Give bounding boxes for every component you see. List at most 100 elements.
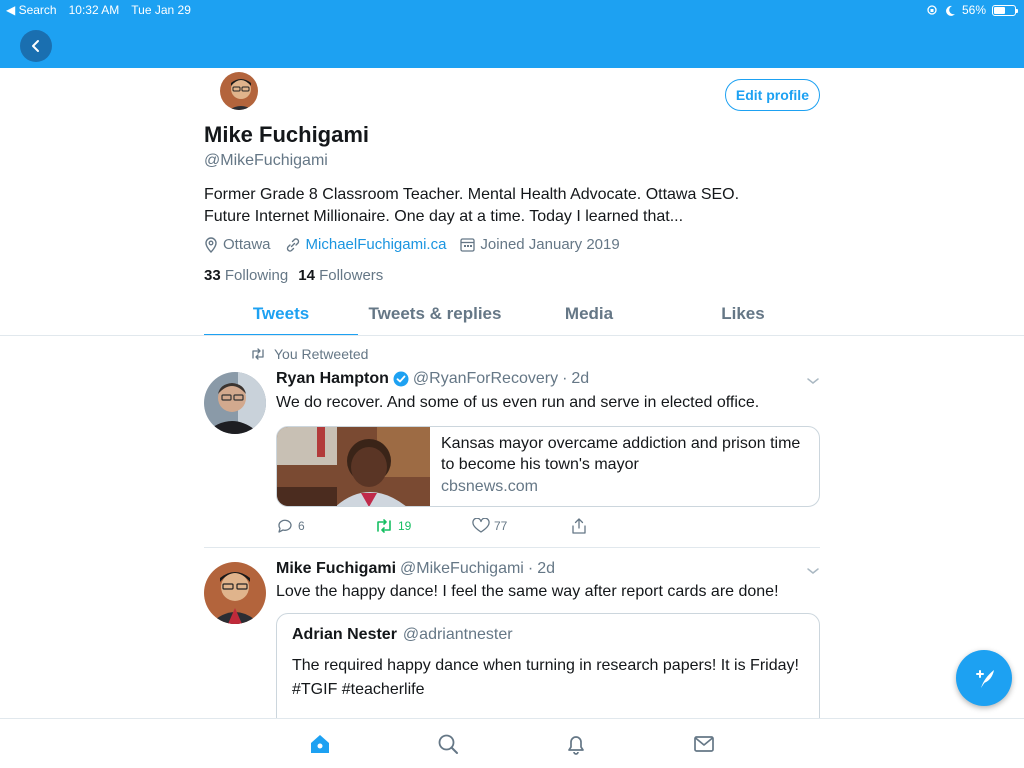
mail-icon: [694, 736, 714, 752]
bio-line: Future Internet Millionaire. One day at …: [204, 208, 684, 225]
home-icon: [311, 735, 329, 753]
profile-tabs: Tweets Tweets & replies Media Likes: [204, 296, 820, 336]
avatar-image: [204, 562, 266, 624]
verified-badge-icon: [393, 371, 409, 387]
following-link[interactable]: 33 Following: [204, 267, 288, 284]
card-domain: cbsnews.com: [441, 478, 538, 495]
avatar-image: [204, 372, 266, 434]
tweet-header: Mike Fuchigami @MikeFuchigami · 2d: [276, 560, 555, 578]
tweet-text: Love the happy dance! I feel the same wa…: [276, 583, 779, 600]
tweet-author-name[interactable]: Mike Fuchigami: [276, 560, 396, 578]
tweet-item[interactable]: Mike Fuchigami @MikeFuchigami · 2d Love …: [204, 556, 820, 718]
nav-messages[interactable]: [691, 731, 717, 757]
edit-profile-button[interactable]: Edit profile: [724, 79, 820, 111]
profile-handle: @MikeFuchigami: [204, 152, 328, 169]
retweet-icon: [252, 348, 264, 360]
link-card[interactable]: Kansas mayor overcame addiction and pris…: [276, 426, 820, 507]
profile-name: Mike Fuchigami: [204, 122, 370, 147]
profile-location: Ottawa: [204, 236, 271, 253]
bio-line: Former Grade 8 Classroom Teacher. Mental…: [204, 186, 740, 203]
tweet-author-handle[interactable]: @RyanForRecovery: [413, 370, 558, 388]
tweet-author-name[interactable]: Ryan Hampton: [276, 370, 389, 388]
battery-icon: [992, 4, 1018, 16]
followers-count: 14: [298, 267, 315, 284]
tweet-header: Ryan Hampton @RyanForRecovery · 2d: [276, 370, 589, 388]
calendar-icon: [460, 238, 476, 252]
profile-bio: Former Grade 8 Classroom Teacher. Mental…: [204, 184, 804, 228]
back-button[interactable]: [20, 30, 52, 62]
followers-label: Followers: [319, 267, 384, 284]
profile-joined: Joined January 2019: [460, 236, 620, 253]
card-thumbnail: [277, 427, 430, 506]
quoted-tweet-header: Adrian Nester @adriantnester: [292, 626, 513, 644]
tab-tweets[interactable]: Tweets: [204, 296, 358, 336]
retweet-count: 19: [398, 519, 412, 533]
tweet-author-handle[interactable]: @MikeFuchigami: [400, 560, 524, 578]
retweet-icon: [377, 519, 391, 533]
chevron-left-icon: [32, 40, 39, 52]
website-link[interactable]: MichaelFuchigami.ca: [306, 236, 447, 253]
tab-tweets-replies[interactable]: Tweets & replies: [358, 296, 512, 336]
card-body: Kansas mayor overcame addiction and pris…: [441, 433, 811, 496]
quoted-author-handle: @adriantnester: [402, 626, 513, 643]
top-nav-bar: ◀ Search 10:32 AM Tue Jan 29 56%: [0, 0, 1024, 68]
location-pin-icon: [205, 236, 217, 253]
joined-text: Joined January 2019: [480, 236, 620, 253]
tweet-time: 2d: [537, 560, 555, 577]
reply-icon: [278, 519, 292, 533]
link-icon: [286, 237, 299, 252]
tweet-separator: ·: [562, 370, 568, 387]
tweet-item[interactable]: You Retweeted Ryan Hampton @RyanForRecov…: [204, 346, 820, 546]
profile-meta: Ottawa MichaelFuchigami.ca Joined Januar…: [204, 236, 620, 253]
location-text: Ottawa: [223, 236, 271, 253]
bell-icon: [568, 736, 584, 755]
followers-link[interactable]: 14 Followers: [298, 267, 383, 284]
follow-counts: 33 Following 14 Followers: [204, 267, 383, 284]
retweet-context-text: You Retweeted: [274, 346, 369, 362]
tweet-avatar[interactable]: [204, 372, 266, 434]
heart-icon: [472, 518, 490, 533]
chevron-down-icon[interactable]: [806, 376, 820, 386]
moon-icon: [946, 5, 955, 16]
share-icon: [572, 518, 586, 534]
quoted-author-name: Adrian Nester: [292, 626, 397, 643]
tweet-separator: ·: [527, 560, 534, 577]
like-button[interactable]: 77: [472, 518, 570, 534]
tweet-text: We do recover. And some of us even run a…: [276, 394, 760, 411]
orientation-lock-icon: [927, 5, 937, 15]
reply-button[interactable]: 6: [276, 518, 374, 534]
battery-percent: 56%: [961, 3, 986, 17]
like-count: 77: [494, 519, 508, 533]
status-back-label: Search: [18, 3, 57, 17]
avatar-image: [220, 72, 258, 110]
status-bar: ◀ Search 10:32 AM Tue Jan 29 56%: [0, 0, 1024, 20]
retweet-context: You Retweeted: [250, 346, 368, 362]
status-date: Tue Jan 29: [131, 3, 191, 17]
search-icon: [438, 734, 458, 754]
following-count: 33: [204, 267, 221, 284]
chevron-down-icon[interactable]: [806, 566, 820, 576]
tweet-avatar[interactable]: [204, 562, 266, 624]
quoted-tweet[interactable]: Adrian Nester @adriantnester The require…: [276, 613, 820, 718]
nav-notifications[interactable]: [563, 731, 589, 757]
share-button[interactable]: [570, 518, 668, 534]
tab-likes[interactable]: Likes: [666, 296, 820, 336]
quoted-tweet-text: The required happy dance when turning in…: [292, 657, 799, 698]
tweet-time: 2d: [571, 370, 590, 387]
compose-tweet-icon: [976, 670, 994, 688]
profile-avatar[interactable]: [218, 70, 260, 112]
retweet-button[interactable]: 19: [374, 518, 472, 534]
tweet-actions: 6 19 77: [276, 518, 668, 534]
battery-fill: [994, 6, 1005, 14]
status-back-link[interactable]: ◀ Search: [6, 3, 57, 17]
bottom-tab-bar: [0, 718, 1024, 768]
profile-website[interactable]: MichaelFuchigami.ca: [285, 236, 447, 253]
tab-media[interactable]: Media: [512, 296, 666, 336]
nav-home[interactable]: [307, 731, 333, 757]
following-label: Following: [224, 267, 289, 284]
compose-tweet-button[interactable]: [956, 650, 1012, 706]
status-time: 10:32 AM: [68, 3, 120, 17]
divider: [204, 547, 820, 548]
card-title: Kansas mayor overcame addiction and pris…: [441, 435, 801, 473]
nav-search[interactable]: [435, 731, 461, 757]
